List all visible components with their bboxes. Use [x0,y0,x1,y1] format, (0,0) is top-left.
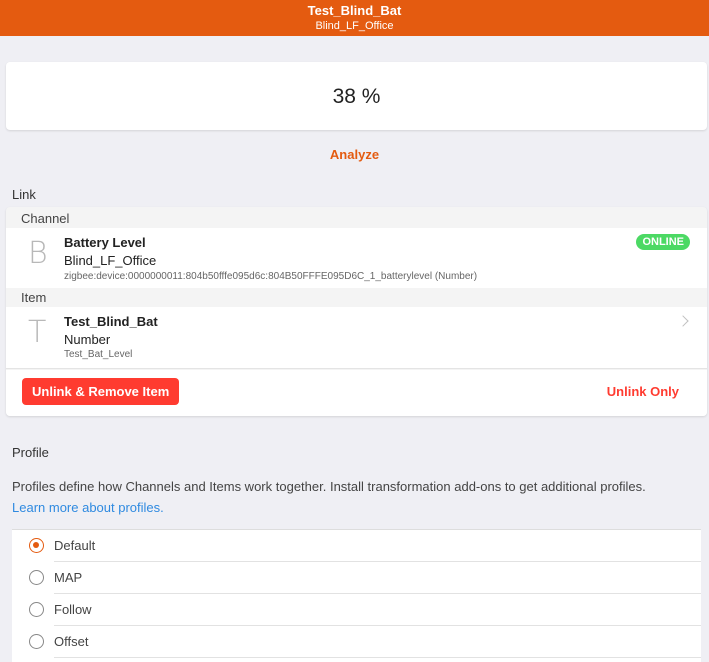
profile-option-map[interactable]: MAP [12,562,701,594]
item-title: Test_Blind_Bat [64,314,158,329]
unlink-only-button[interactable]: Unlink Only [607,384,679,399]
profile-option-label: MAP [54,570,83,585]
channel-thing-label: Blind_LF_Office [64,253,157,268]
radio-checked-icon[interactable] [29,538,44,553]
item-row[interactable]: T Test_Blind_Bat Number Test_Bat_Level [6,307,707,369]
navbar-title: Test_Blind_Bat [307,3,402,18]
navbar: Test_Blind_Bat Blind_LF_Office [0,0,709,36]
profile-list: Default MAP Follow Offset [12,529,701,662]
radio-unchecked-icon[interactable] [29,570,44,585]
profile-option-follow[interactable]: Follow [12,594,701,626]
item-type: Number [64,332,111,347]
navbar-subtitle: Blind_LF_Office [315,20,394,32]
profile-description-text: Profiles define how Channels and Items w… [12,479,646,494]
profile-option-label: Follow [54,602,92,617]
profile-option-label: Default [54,538,96,553]
chevron-right-icon [677,315,689,327]
link-section-title: Link [12,187,36,202]
item-state-value: 38 % [332,85,381,108]
profile-option-offset[interactable]: Offset [12,626,701,658]
item-letter-icon: T [28,315,47,350]
item-state-card: 38 % [6,62,707,130]
radio-unchecked-icon[interactable] [29,602,44,617]
status-badge: ONLINE [636,234,690,250]
profile-section-title: Profile [12,445,49,460]
channel-title: Battery Level [64,235,146,250]
radio-unchecked-icon[interactable] [29,634,44,649]
link-actions: Unlink & Remove Item Unlink Only [6,370,707,416]
analyze-button[interactable]: Analyze [0,147,709,162]
item-header: Item [21,290,47,305]
profile-option-default[interactable]: Default [12,530,701,562]
channel-header: Channel [21,211,70,226]
divider [54,657,701,658]
link-card: Channel B Battery Level Blind_LF_Office … [6,207,707,416]
unlink-remove-item-button[interactable]: Unlink & Remove Item [22,378,180,405]
profile-description: Profiles define how Channels and Items w… [12,476,707,518]
item-label: Test_Bat_Level [64,349,133,360]
learn-more-profiles-link[interactable]: Learn more about profiles. [12,500,164,515]
channel-letter-icon: B [28,236,48,271]
profile-option-label: Offset [54,634,89,649]
channel-row[interactable]: B Battery Level Blind_LF_Office zigbee:d… [6,228,707,288]
channel-uid: zigbee:device:0000000011:804b50fffe095d6… [64,271,478,282]
